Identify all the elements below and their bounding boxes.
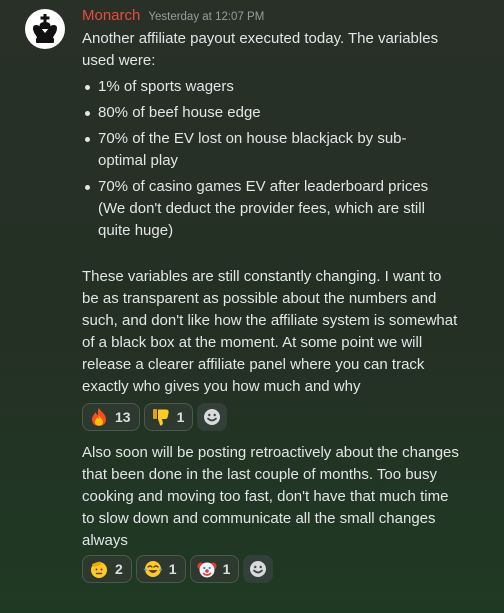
reaction-clown-face[interactable]: 1	[189, 555, 240, 583]
reaction-tears-of-joy[interactable]: 1	[135, 555, 186, 583]
message-header: Monarch Yesterday at 12:07 PM	[82, 7, 264, 27]
list-item-text: 1% of sports wagers	[98, 78, 234, 95]
chat-message: Monarch Yesterday at 12:07 PM Another af…	[0, 0, 504, 613]
message-paragraph: Also soon will be posting retroactively …	[82, 442, 462, 552]
list-item: 80% of beef house edge	[82, 102, 452, 124]
message-intro: Another affiliate payout executed today.…	[82, 28, 462, 72]
reaction-bar: 13 1	[82, 403, 228, 431]
paragraph-text: These variables are still constantly cha…	[82, 268, 458, 395]
message-paragraph: These variables are still constantly cha…	[82, 266, 462, 398]
reaction-count: 1	[222, 561, 231, 577]
saluting-face-icon	[89, 559, 109, 579]
tears-of-joy-icon	[143, 559, 163, 579]
reaction-thumbs-down[interactable]: 1	[143, 403, 194, 431]
add-reaction-icon	[250, 561, 267, 577]
message-timestamp[interactable]: Yesterday at 12:07 PM	[148, 11, 264, 23]
bullet-icon	[85, 185, 90, 190]
clown-face-icon	[197, 559, 217, 579]
add-reaction-button[interactable]	[197, 403, 228, 431]
reaction-count: 2	[115, 561, 123, 577]
reaction-bar: 2 1 1	[82, 555, 274, 583]
add-reaction-icon	[204, 409, 221, 425]
add-reaction-button[interactable]	[243, 555, 274, 583]
fire-icon	[89, 407, 109, 427]
author-avatar[interactable]	[25, 9, 65, 49]
reaction-saluting-face[interactable]: 2	[82, 555, 132, 583]
list-item: 1% of sports wagers	[82, 76, 452, 98]
reaction-count: 1	[176, 409, 185, 425]
list-item-text: 70% of casino games EV after leaderboard…	[98, 178, 429, 239]
thumbs-down-icon	[151, 407, 171, 427]
list-item-text: 80% of beef house edge	[98, 104, 261, 121]
author-name[interactable]: Monarch	[82, 7, 140, 24]
bullet-icon	[85, 111, 90, 116]
bullet-icon	[85, 137, 90, 142]
chess-king-icon	[33, 14, 57, 43]
paragraph-text: Also soon will be posting retroactively …	[82, 444, 459, 549]
reaction-count: 13	[115, 409, 131, 425]
bullet-icon	[85, 85, 90, 90]
list-item-text: 70% of the EV lost on house blackjack by…	[98, 130, 407, 169]
reaction-fire[interactable]: 13	[82, 403, 140, 431]
list-item: 70% of casino games EV after leaderboard…	[82, 176, 452, 242]
reaction-count: 1	[168, 561, 177, 577]
variables-list: 1% of sports wagers 80% of beef house ed…	[82, 76, 452, 246]
list-item: 70% of the EV lost on house blackjack by…	[82, 128, 452, 172]
intro-text: Another affiliate payout executed today.…	[82, 30, 439, 69]
